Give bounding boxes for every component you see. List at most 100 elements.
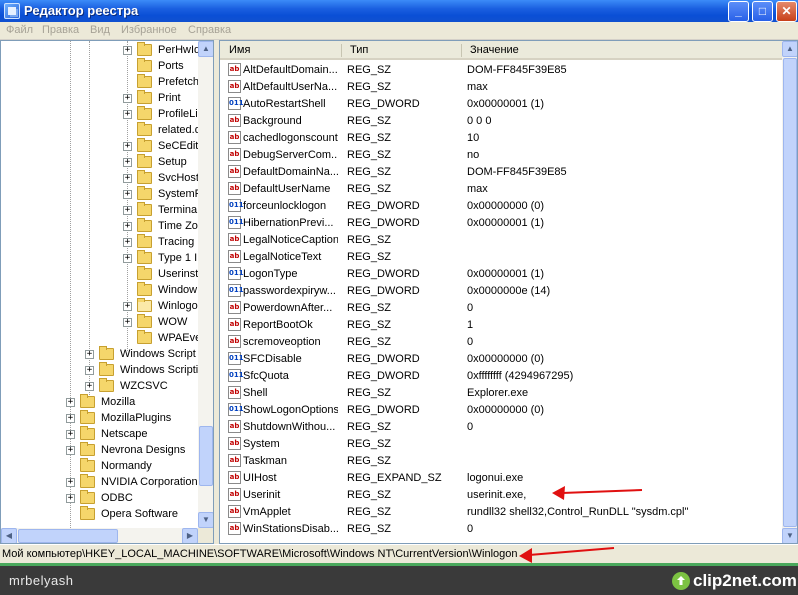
registry-value-row[interactable]: 011 forceunlocklogon REG_DWORD 0x00000000 (… [220, 198, 780, 215]
registry-value-row[interactable]: ab ReportBootOk REG_SZ 1 [220, 317, 780, 334]
tree-item[interactable]: + Termina [1, 202, 197, 219]
expand-toggle-icon[interactable]: + [123, 190, 132, 199]
menu-file[interactable]: Файл [6, 24, 33, 36]
expand-toggle-icon[interactable]: + [123, 222, 132, 231]
expand-toggle-icon[interactable]: + [123, 238, 132, 247]
values-vertical-scrollbar[interactable]: ▲ ▼ [782, 41, 797, 543]
tree-item[interactable]: + Time Zon [1, 218, 204, 235]
tree-horizontal-scrollbar[interactable]: ◀ ▶ [1, 528, 198, 543]
tree-item[interactable]: + ODBC [1, 490, 197, 507]
tree-item[interactable]: + SvcHost [1, 170, 199, 187]
tree-item[interactable]: related.d [1, 122, 201, 139]
registry-value-row[interactable]: ab VmApplet REG_SZ rundll32 shell32,Control… [220, 504, 780, 521]
registry-value-row[interactable]: ab Shell REG_SZ Explorer.exe [220, 385, 780, 402]
tree-item[interactable]: + WZCSVC [1, 378, 197, 395]
column-divider[interactable] [341, 44, 342, 57]
tree-item[interactable]: Opera Software [1, 506, 197, 523]
registry-value-row[interactable]: ab DefaultUserName REG_SZ max [220, 181, 780, 198]
tree-item[interactable]: + NVIDIA Corporation [1, 474, 198, 491]
registry-value-row[interactable]: ab LegalNoticeText REG_SZ [220, 249, 780, 266]
tree-item[interactable]: + Tracing [1, 234, 197, 251]
expand-toggle-icon[interactable]: + [123, 110, 132, 119]
column-divider[interactable] [461, 44, 462, 57]
expand-toggle-icon[interactable]: + [123, 94, 132, 103]
registry-value-row[interactable]: ab WinStationsDisab... REG_SZ 0 [220, 521, 780, 538]
registry-value-row[interactable]: ab ShutdownWithou... REG_SZ 0 [220, 419, 780, 436]
tree-hscroll-thumb[interactable] [18, 529, 118, 543]
tree-item[interactable]: + Type 1 I [1, 250, 197, 267]
tree-item[interactable]: + Nevrona Designs [1, 442, 197, 459]
tree-item[interactable]: + Mozilla [1, 394, 197, 411]
tree-item[interactable]: + Winlogo [1, 298, 198, 315]
expand-toggle-icon[interactable]: + [123, 174, 132, 183]
expand-toggle-icon[interactable]: + [66, 414, 75, 423]
menu-favorites[interactable]: Избранное [121, 24, 177, 36]
expand-toggle-icon[interactable]: + [85, 382, 94, 391]
expand-toggle-icon[interactable]: + [123, 142, 132, 151]
registry-value-row[interactable]: ab Background REG_SZ 0 0 0 [220, 113, 780, 130]
registry-value-row[interactable]: ab DebugServerCom... REG_SZ no [220, 147, 780, 164]
tree-item[interactable]: + MozillaPlugins [1, 410, 197, 427]
registry-value-row[interactable]: ab UIHost REG_EXPAND_SZ logonui.exe [220, 470, 780, 487]
scroll-right-arrow-icon[interactable]: ▶ [182, 528, 198, 543]
expand-toggle-icon[interactable]: + [66, 446, 75, 455]
expand-toggle-icon[interactable]: + [66, 494, 75, 503]
registry-value-row[interactable]: 011 SFCDisable REG_DWORD 0x00000000 (0) [220, 351, 780, 368]
tree-item[interactable]: + SystemR [1, 186, 203, 203]
expand-toggle-icon[interactable]: + [123, 302, 132, 311]
registry-value-row[interactable]: ab cachedlogonscount REG_SZ 10 [220, 130, 780, 147]
tree-item[interactable]: Ports [1, 58, 197, 75]
tree-item[interactable]: + Netscape [1, 426, 197, 443]
expand-toggle-icon[interactable]: + [123, 318, 132, 327]
scroll-down-arrow-icon[interactable]: ▼ [198, 512, 213, 528]
tree-item[interactable]: Window [1, 282, 197, 299]
minimize-button[interactable]: _ [728, 1, 749, 22]
registry-value-row[interactable]: 011 passwordexpiryw... REG_DWORD 0x0000000e… [220, 283, 780, 300]
expand-toggle-icon[interactable]: + [66, 478, 75, 487]
registry-value-row[interactable]: ab scremoveoption REG_SZ 0 [220, 334, 780, 351]
scroll-down-arrow-icon[interactable]: ▼ [782, 528, 797, 543]
scroll-up-arrow-icon[interactable]: ▲ [198, 41, 213, 57]
tree-item[interactable]: + WOW [1, 314, 197, 331]
expand-toggle-icon[interactable]: + [123, 158, 132, 167]
registry-value-row[interactable]: 011 HibernationPrevi... REG_DWORD 0x0000000… [220, 215, 780, 232]
column-header-name[interactable]: Имя [229, 44, 250, 56]
expand-toggle-icon[interactable]: + [66, 398, 75, 407]
menu-help[interactable]: Справка [188, 24, 231, 36]
registry-value-row[interactable]: ab PowerdownAfter... REG_SZ 0 [220, 300, 780, 317]
tree-item[interactable]: Normandy [1, 458, 197, 475]
tree-item[interactable]: + Windows Scripting [1, 362, 210, 379]
expand-toggle-icon[interactable]: + [123, 206, 132, 215]
close-button[interactable]: ✕ [776, 1, 797, 22]
tree-item[interactable]: + SeCEdit [1, 138, 198, 155]
tree-vertical-scrollbar[interactable]: ▲ ▼ [198, 41, 213, 528]
registry-value-row[interactable]: ab DefaultDomainNa... REG_SZ DOM-FF845F39E8… [220, 164, 780, 181]
tree-item[interactable]: Prefetch [1, 74, 199, 91]
registry-value-row[interactable]: ab System REG_SZ [220, 436, 780, 453]
maximize-button[interactable]: □ [752, 1, 773, 22]
expand-toggle-icon[interactable]: + [123, 254, 132, 263]
tree-item[interactable]: Userinst [1, 266, 198, 283]
expand-toggle-icon[interactable]: + [123, 46, 132, 55]
values-scroll-thumb[interactable] [783, 58, 797, 527]
menu-edit[interactable]: Правка [42, 24, 79, 36]
tree-item[interactable]: WPAEve [1, 330, 201, 347]
registry-value-row[interactable]: 011 ShowLogonOptions REG_DWORD 0x00000000 (… [220, 402, 780, 419]
registry-value-row[interactable]: ab Userinit REG_SZ userinit.exe, [220, 487, 780, 504]
column-header-value[interactable]: Значение [470, 44, 519, 56]
expand-toggle-icon[interactable]: + [85, 350, 94, 359]
registry-value-row[interactable]: ab AltDefaultDomain... REG_SZ DOM-FF845F39E… [220, 62, 780, 79]
tree-item[interactable]: + ProfileLis [1, 106, 203, 123]
scroll-up-arrow-icon[interactable]: ▲ [782, 41, 797, 57]
registry-value-row[interactable]: 011 AutoRestartShell REG_DWORD 0x00000001 (… [220, 96, 780, 113]
registry-value-row[interactable]: ab AltDefaultUserNa... REG_SZ max [220, 79, 780, 96]
registry-value-row[interactable]: ab Taskman REG_SZ [220, 453, 780, 470]
expand-toggle-icon[interactable]: + [85, 366, 94, 375]
tree-item[interactable]: + PerHwId [1, 42, 200, 59]
registry-value-row[interactable]: ab LegalNoticeCaption REG_SZ [220, 232, 780, 249]
menu-view[interactable]: Вид [90, 24, 110, 36]
column-header-type[interactable]: Тип [350, 44, 368, 56]
registry-value-row[interactable]: 011 SfcQuota REG_DWORD 0xffffffff (42949672… [220, 368, 780, 385]
tree-item[interactable]: + Print [1, 90, 197, 107]
tree-scroll-thumb[interactable] [199, 426, 213, 486]
